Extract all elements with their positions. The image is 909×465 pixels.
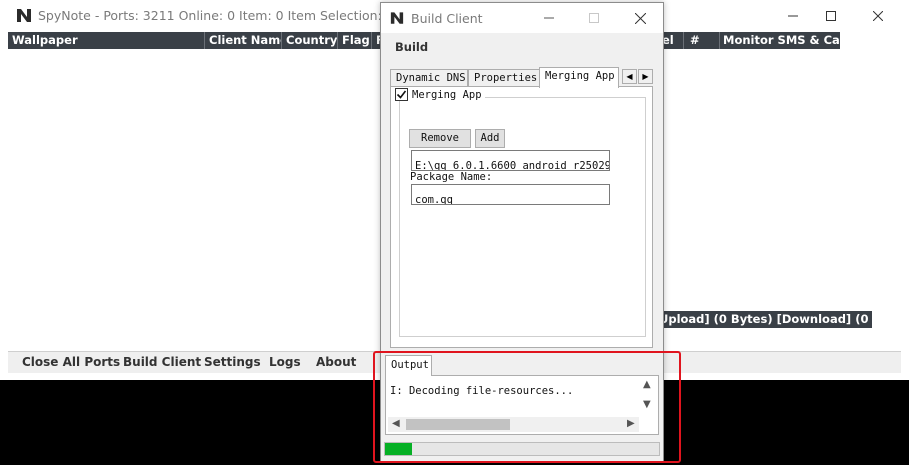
- triangle-left-icon: ◀: [626, 72, 633, 81]
- chevron-down-icon[interactable]: ▼: [643, 399, 651, 410]
- scrollbar-thumb[interactable]: [406, 419, 510, 430]
- maximize-icon: [826, 10, 836, 21]
- minimize-icon: [788, 15, 798, 16]
- package-name-label: Package Name:: [410, 171, 493, 183]
- column-flag[interactable]: Flag: [338, 32, 372, 49]
- add-button[interactable]: Add: [475, 129, 505, 148]
- apk-path-field[interactable]: E:\qq_6.0.1.6600_android_r25029_: [411, 150, 610, 171]
- package-name-field[interactable]: com.qq: [411, 184, 610, 205]
- column-monitor-sms-calls[interactable]: Monitor SMS & Calls: [720, 32, 840, 49]
- settings-button[interactable]: Settings: [204, 355, 261, 369]
- maximize-icon: [589, 13, 599, 23]
- column-client-name[interactable]: Client Name: [205, 32, 282, 49]
- tab-properties[interactable]: Properties: [468, 69, 540, 87]
- dialog-titlebar[interactable]: Build Client: [381, 3, 663, 33]
- merging-app-panel: Remove Add E:\qq_6.0.1.6600_android_r250…: [390, 86, 653, 348]
- logs-button[interactable]: Logs: [269, 355, 301, 369]
- main-window-title: SpyNote - Ports: 3211 Online: 0 Item: 0 …: [38, 8, 394, 23]
- spynote-logo-icon: [17, 9, 31, 22]
- output-panel: I: Decoding file-resources... ▲ ▼ ◀ ▶: [385, 375, 659, 435]
- close-all-ports-button[interactable]: Close All Ports: [22, 355, 120, 369]
- close-button[interactable]: [855, 0, 901, 31]
- triangle-right-icon: ▶: [642, 72, 649, 81]
- close-icon: [873, 10, 883, 21]
- minimize-icon: [544, 17, 554, 19]
- build-section-label: Build: [395, 40, 429, 54]
- column-country[interactable]: Country: [282, 32, 338, 49]
- column-wallpaper[interactable]: Wallpaper: [8, 32, 205, 49]
- chevron-left-icon[interactable]: ◀: [392, 418, 400, 429]
- merging-app-checkbox[interactable]: [395, 88, 408, 101]
- build-client-button[interactable]: Build Client: [123, 355, 201, 369]
- tab-scroll-left-button[interactable]: ◀: [622, 69, 637, 84]
- dialog-title: Build Client: [411, 11, 483, 26]
- chevron-up-icon[interactable]: ▲: [643, 379, 651, 390]
- transfer-status: Upload] (0 Bytes) [Download] (0 Bytes): [655, 311, 872, 328]
- tab-output[interactable]: Output: [385, 355, 432, 376]
- close-icon: [634, 12, 646, 24]
- apk-path-value: E:\qq_6.0.1.6600_android_r25029_: [415, 160, 610, 171]
- build-progress-fill: [385, 443, 412, 455]
- spynote-logo-icon: [390, 12, 404, 24]
- output-horizontal-scrollbar[interactable]: ◀ ▶: [388, 417, 639, 432]
- dialog-minimize-button[interactable]: [529, 3, 569, 33]
- screen: SpyNote - Ports: 3211 Online: 0 Item: 0 …: [0, 0, 909, 465]
- tab-scroll-right-button[interactable]: ▶: [638, 69, 653, 84]
- merging-app-checkbox-label: Merging App: [412, 88, 482, 101]
- column-number[interactable]: #: [684, 32, 720, 49]
- checkmark-icon: [396, 90, 407, 99]
- remove-button[interactable]: Remove: [409, 129, 471, 148]
- merging-app-checkbox-row[interactable]: Merging App: [392, 88, 485, 101]
- output-log-text: I: Decoding file-resources...: [390, 385, 574, 397]
- maximize-button[interactable]: [808, 0, 854, 31]
- dialog-maximize-button: [574, 3, 614, 33]
- package-name-value: com.qq: [415, 194, 453, 205]
- about-button[interactable]: About: [316, 355, 356, 369]
- output-vertical-scrollbar[interactable]: ▲ ▼: [639, 379, 656, 415]
- build-progress-bar: [384, 442, 660, 456]
- tab-merging-app[interactable]: Merging App: [539, 67, 619, 88]
- build-client-dialog: Build Client Build Dynamic DNS Propertie…: [380, 2, 664, 462]
- dialog-close-button[interactable]: [620, 3, 660, 33]
- tab-dynamic-dns[interactable]: Dynamic DNS: [390, 69, 468, 87]
- chevron-right-icon[interactable]: ▶: [627, 418, 635, 429]
